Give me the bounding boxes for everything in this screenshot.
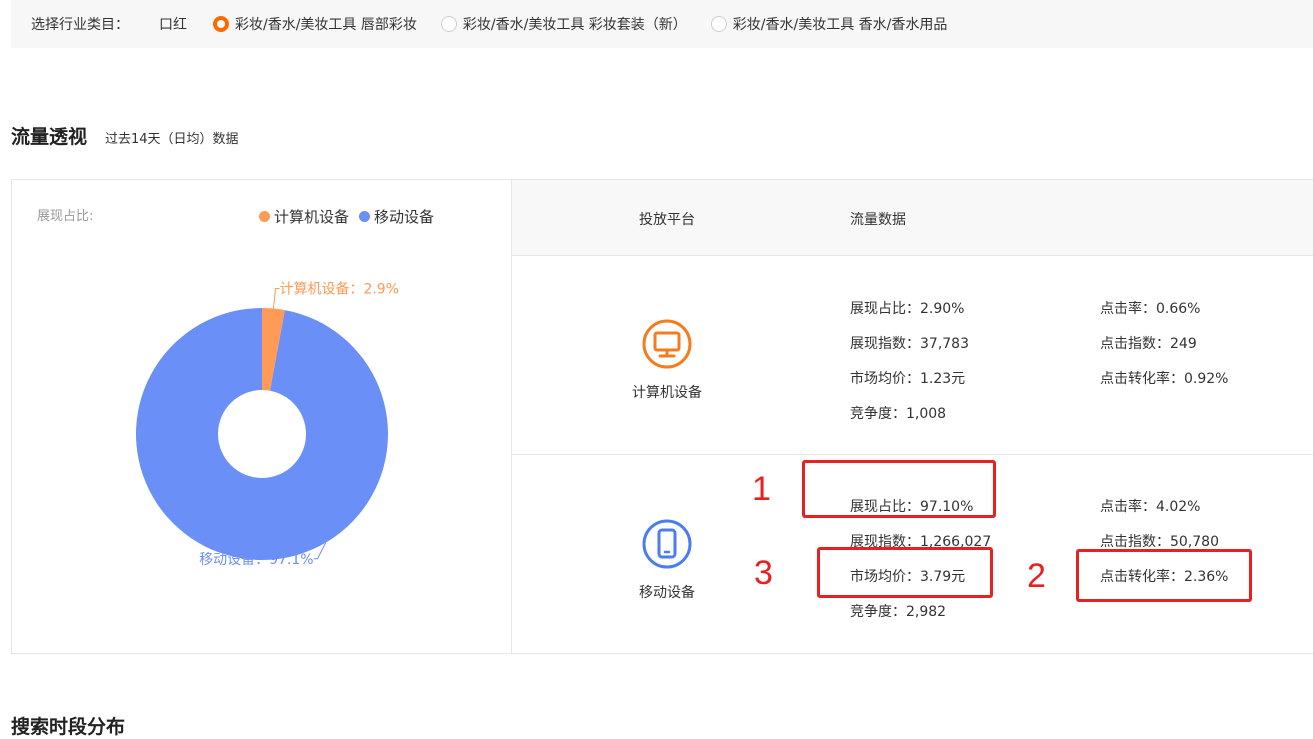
metric-avg-price: 市场均价：1.23元: [850, 371, 966, 387]
platform-cell: 移动设备: [622, 518, 712, 602]
industry-option-label: 彩妆/香水/美妆工具 彩妆套装（新）: [462, 17, 687, 33]
platform-name: 计算机设备: [632, 385, 702, 401]
industry-option-label: 彩妆/香水/美妆工具 唇部彩妆: [235, 17, 417, 33]
metric-cvr: 点击转化率：0.92%: [1100, 371, 1229, 387]
radio-icon[interactable]: [440, 16, 457, 32]
platform-name: 移动设备: [639, 585, 695, 601]
industry-option-label: 彩妆/香水/美妆工具 香水/香水用品: [732, 17, 948, 33]
industry-selector: 选择行业类目： 口红 彩妆/香水/美妆工具 唇部彩妆 彩妆/香水/美妆工具 彩妆…: [11, 0, 1313, 48]
industry-option-lipstick[interactable]: 口红: [159, 14, 187, 34]
industry-option-makeup-set[interactable]: 彩妆/香水/美妆工具 彩妆套装（新）: [440, 14, 687, 34]
pie-label-pc: 计算机设备：2.9%: [279, 281, 399, 298]
share-chart-area: 展现占比: 计算机设备 移动设备 计算机设备：2.9% 移动设备：97.1%: [12, 180, 512, 653]
industry-option-perfume[interactable]: 彩妆/香水/美妆工具 香水/香水用品: [710, 14, 948, 34]
metric-show-share: 展现占比：2.90%: [850, 301, 965, 317]
col-header-platform: 投放平台: [639, 212, 695, 228]
radio-icon[interactable]: [710, 16, 727, 32]
pie-label-mobile: 移动设备：97.1%: [199, 551, 313, 568]
table-header: 投放平台 流量数据: [512, 180, 1313, 256]
industry-label: 选择行业类目：: [31, 17, 129, 33]
annotation-box-3: [817, 547, 993, 598]
annotation-number-2: 2: [1027, 557, 1046, 595]
metric-click-index: 点击指数：50,780: [1100, 534, 1219, 550]
desktop-icon: [642, 319, 692, 369]
section-title: 流量透视: [11, 126, 88, 148]
table-row-pc: 计算机设备 展现占比：2.90% 点击率：0.66% 展现指数：37,783 点…: [512, 256, 1313, 455]
platform-cell: 计算机设备: [622, 318, 712, 402]
mobile-icon: [642, 519, 692, 569]
traffic-section-header: 流量透视 过去14天（日均）数据: [11, 122, 239, 149]
metric-click-index: 点击指数：249: [1100, 336, 1197, 352]
annotation-box-2: [1076, 549, 1252, 602]
metric-ctr: 点击率：0.66%: [1100, 301, 1201, 317]
annotation-box-1: [802, 460, 996, 518]
metric-ctr: 点击率：4.02%: [1100, 499, 1201, 515]
donut-chart: 计算机设备：2.9% 移动设备：97.1%: [135, 281, 399, 568]
metric-competition: 竞争度：2,982: [850, 604, 947, 620]
radio-selected-icon[interactable]: [213, 16, 229, 32]
industry-option-lip-makeup[interactable]: 彩妆/香水/美妆工具 唇部彩妆: [213, 14, 417, 34]
annotation-number-1: 1: [752, 470, 771, 508]
col-header-traffic: 流量数据: [850, 212, 906, 228]
metric-competition: 竞争度：1,008: [850, 406, 947, 422]
metric-show-index: 展现指数：37,783: [850, 336, 969, 352]
section-subtitle: 过去14天（日均）数据: [105, 132, 239, 147]
annotation-number-3: 3: [754, 554, 773, 592]
search-period-title: 搜索时段分布: [11, 716, 126, 738]
donut-hole: [218, 390, 306, 478]
